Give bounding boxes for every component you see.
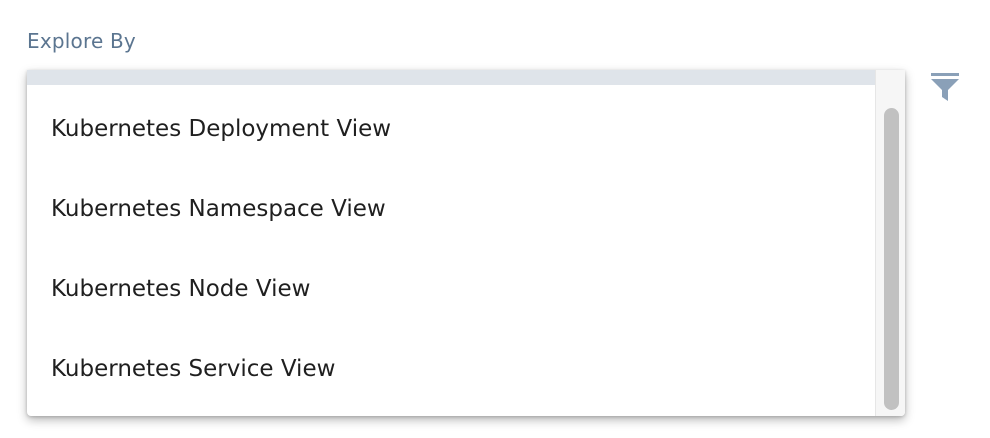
dropdown-scrollbar[interactable]	[875, 70, 905, 416]
dropdown-options-list: Kubernetes Deployment View Kubernetes Na…	[27, 85, 875, 416]
dropdown-selected-bar	[27, 70, 875, 85]
filter-icon[interactable]	[930, 72, 960, 104]
option-kubernetes-namespace-view[interactable]: Kubernetes Namespace View	[27, 169, 875, 249]
dropdown-scrollbar-thumb[interactable]	[884, 108, 899, 410]
explore-by-label: Explore By	[27, 29, 136, 53]
option-kubernetes-service-view[interactable]: Kubernetes Service View	[27, 329, 875, 409]
filter-funnel-icon	[931, 73, 959, 101]
explore-dropdown-menu[interactable]: Kubernetes Deployment View Kubernetes Na…	[27, 70, 905, 416]
explore-panel: Explore By Kubernetes Deployment View Ku…	[0, 0, 990, 438]
option-kubernetes-node-view[interactable]: Kubernetes Node View	[27, 249, 875, 329]
option-kubernetes-deployment-view[interactable]: Kubernetes Deployment View	[27, 89, 875, 169]
